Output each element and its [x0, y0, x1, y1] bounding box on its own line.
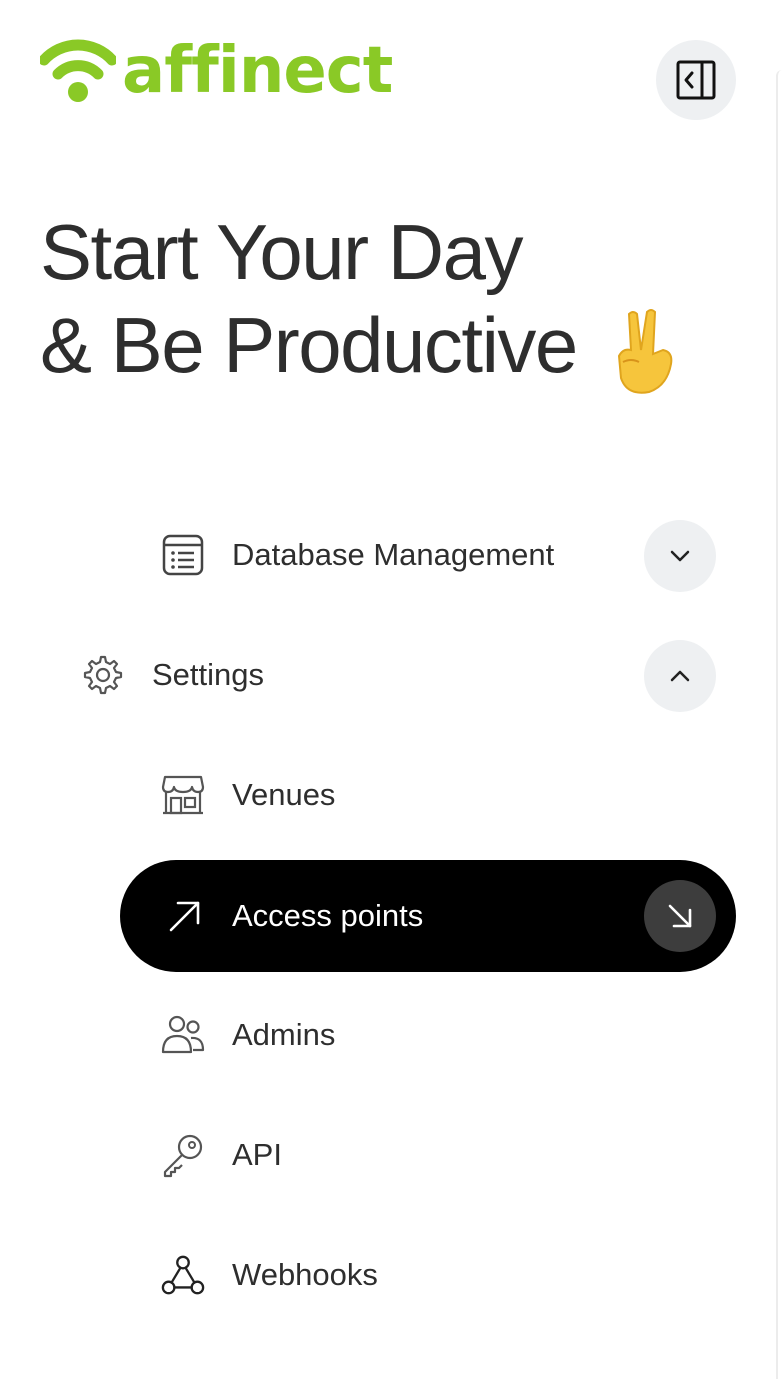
- open-access-points-button[interactable]: [644, 880, 716, 952]
- collapse-sidebar-button[interactable]: [656, 40, 736, 120]
- nav-item-settings[interactable]: Settings: [80, 620, 264, 730]
- list-icon: [160, 532, 206, 578]
- headline-line-1: Start Your Day: [40, 208, 523, 296]
- nav-label-api: API: [232, 1137, 282, 1172]
- brand-logo[interactable]: affinect: [40, 34, 393, 108]
- nav-item-webhooks[interactable]: Webhooks: [160, 1220, 378, 1330]
- nav-label-settings: Settings: [152, 657, 265, 692]
- nav-item-api[interactable]: API: [160, 1100, 282, 1210]
- users-icon: [160, 1012, 206, 1058]
- key-icon: [160, 1132, 206, 1178]
- headline-line-2: & Be Productive: [40, 299, 681, 396]
- nav-label-venues: Venues: [232, 777, 336, 812]
- expand-database-button[interactable]: [644, 520, 716, 592]
- collapse-settings-button[interactable]: [644, 640, 716, 712]
- arrow-down-right-icon: [668, 904, 692, 928]
- nav-item-venues[interactable]: Venues: [160, 740, 335, 850]
- brand-name: affinect: [122, 34, 393, 108]
- content-panel-edge: [776, 70, 782, 1379]
- sidebar-collapse-icon: [676, 60, 716, 100]
- storefront-icon: [160, 772, 206, 818]
- victory-hand-icon: [617, 309, 673, 395]
- nav-label-webhooks: Webhooks: [232, 1257, 378, 1292]
- nav-label-access-points: Access points: [232, 898, 424, 933]
- arrow-up-right-icon: [162, 893, 208, 939]
- nav-item-access-points[interactable]: Access points: [120, 860, 736, 972]
- nav-item-database-management[interactable]: Database Management: [160, 500, 554, 610]
- nav-label-admins: Admins: [232, 1017, 336, 1052]
- headline-line-2-text: & Be Productive: [40, 301, 578, 389]
- chevron-up-icon: [670, 670, 690, 682]
- gear-icon: [80, 652, 126, 698]
- nav-item-admins[interactable]: Admins: [160, 980, 335, 1090]
- wifi-logo-icon: [40, 39, 116, 102]
- webhook-icon: [160, 1252, 206, 1298]
- chevron-down-icon: [670, 550, 690, 562]
- page-headline: Start Your Day & Be Productive: [40, 206, 681, 396]
- nav-label-database: Database Management: [232, 537, 555, 572]
